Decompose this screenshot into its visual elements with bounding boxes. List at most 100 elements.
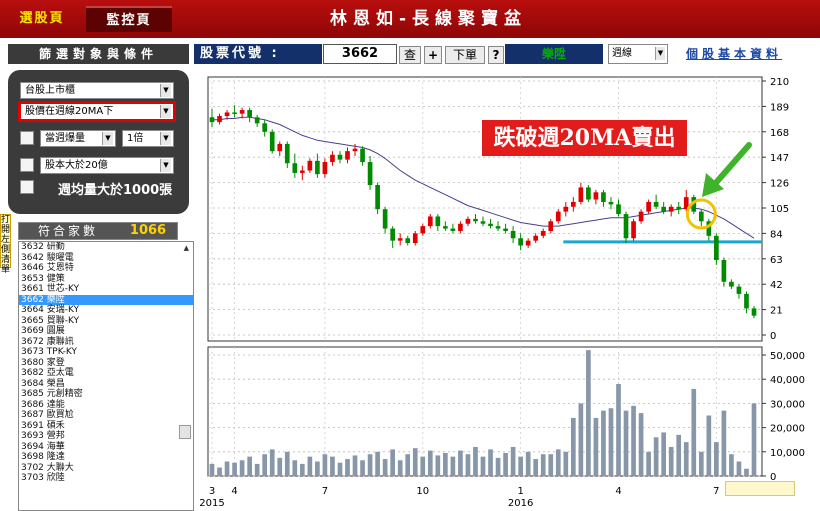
filter-panel-header: 篩選對象與條件 <box>8 44 189 64</box>
order-button[interactable]: 下單 <box>445 46 485 64</box>
candle-body <box>360 148 365 163</box>
volume-bar <box>540 454 546 476</box>
stock-list-item[interactable]: 3691 碩禾 <box>19 421 193 432</box>
stock-list-item[interactable]: 3703 欣陸 <box>19 473 193 484</box>
candle-body <box>330 154 335 163</box>
volume-bar <box>638 413 644 476</box>
stock-list-item[interactable]: 3632 研勤 <box>19 242 193 253</box>
candle-body <box>315 160 320 175</box>
candle-body <box>232 112 237 114</box>
volume-bar <box>503 453 508 476</box>
candle-body <box>661 206 667 212</box>
candle-body <box>668 206 674 212</box>
basic-info-link[interactable]: 個股基本資料 <box>686 44 820 64</box>
stock-list-item[interactable]: 3693 營邦 <box>19 431 193 442</box>
candle-body <box>488 223 493 227</box>
volume-bar <box>239 460 245 476</box>
volume-bar <box>661 432 667 476</box>
volume-bar <box>570 417 576 476</box>
volume-checkbox[interactable] <box>20 131 34 145</box>
volume-bar <box>623 410 629 476</box>
stock-list-item[interactable]: 3642 駿曜電 <box>19 253 193 264</box>
condition-select[interactable]: 股價在週線20MA下 ▼ <box>18 101 176 122</box>
capital-checkbox[interactable] <box>20 158 34 172</box>
add-button[interactable]: + <box>424 46 442 64</box>
help-button[interactable]: ? <box>488 46 504 64</box>
candle-body <box>540 230 546 236</box>
chevron-down-icon: ▼ <box>160 159 171 172</box>
stock-list-item[interactable]: 3646 艾恩特 <box>19 263 193 274</box>
stock-list-item[interactable]: 3694 海華 <box>19 442 193 453</box>
tab-monitor[interactable]: 監控頁 <box>86 6 172 32</box>
volume-bar <box>435 455 441 476</box>
volume-bar <box>224 461 230 476</box>
stock-list-item[interactable]: 3662 樂陞 <box>19 294 193 305</box>
tab-stock-select[interactable]: 選股頁 <box>6 6 78 32</box>
cursor-readout-box <box>725 481 795 496</box>
candle-body <box>345 151 350 160</box>
left-panel: 篩選對象與條件 台股上市櫃 ▼ 股價在週線20MA下 ▼ 當週爆量 ▼ 1倍 ▼… <box>8 44 194 511</box>
volume-bar <box>744 468 749 476</box>
stock-list-item[interactable]: 3686 達能 <box>19 400 193 411</box>
x-tick-label: 10 <box>416 486 429 497</box>
candle-body <box>277 143 283 152</box>
stock-list-item[interactable]: 3672 康聯訊 <box>19 337 193 348</box>
app-window: 選股頁 監控頁 林恩如-長線聚寶盆 篩選對象與條件 台股上市櫃 ▼ 股價在週線2… <box>0 0 820 511</box>
stock-code-input[interactable]: 3662 <box>323 44 397 64</box>
stock-list-item[interactable]: 3653 健策 <box>19 274 193 285</box>
scrollbar-thumb[interactable] <box>179 425 191 439</box>
volume-bar <box>405 454 411 476</box>
candle-body <box>209 117 215 123</box>
candle-body <box>510 230 516 239</box>
chevron-down-icon: ▼ <box>160 105 171 118</box>
stock-list-item[interactable]: 3684 榮昌 <box>19 379 193 390</box>
volume-bar <box>458 450 463 476</box>
volume-bar <box>375 451 380 476</box>
stock-list-item[interactable]: 3669 圓展 <box>19 326 193 337</box>
candle-body <box>375 185 380 210</box>
query-button[interactable]: 查 <box>399 46 421 64</box>
stock-list-item[interactable]: 3682 亞太電 <box>19 368 193 379</box>
candle-body <box>548 221 554 231</box>
candle-body <box>405 238 411 244</box>
market-select[interactable]: 台股上市櫃 ▼ <box>20 82 174 99</box>
avg-volume-label: 週均量大於1000張 <box>58 183 173 198</box>
avg-volume-checkbox[interactable] <box>20 180 34 194</box>
candle-body <box>646 201 651 212</box>
stock-list[interactable]: 3632 研勤 3642 駿曜電 3646 艾恩特 3653 健策 3661 世芯-KY… <box>18 241 194 511</box>
volume-bar <box>450 456 456 476</box>
volume-bar <box>578 403 584 476</box>
x-tick-label: 4 <box>231 486 237 497</box>
scroll-up-icon[interactable]: ▲ <box>184 244 189 252</box>
candle-body <box>586 187 591 200</box>
stock-list-item[interactable]: 3687 歐買尬 <box>19 410 193 421</box>
period-select[interactable]: 週線 ▼ <box>608 44 668 64</box>
stock-list-item[interactable]: 3661 世芯-KY <box>19 284 193 295</box>
stock-list-item[interactable]: 3665 貿聯-KY <box>19 316 193 327</box>
top-bar: 選股頁 監控頁 林恩如-長線聚寶盆 <box>0 0 820 38</box>
candle-body <box>563 206 569 212</box>
price-tick-label: 63 <box>770 255 783 266</box>
stock-list-item[interactable]: 3680 家登 <box>19 358 193 369</box>
stock-list-item[interactable]: 3702 大聯大 <box>19 463 193 474</box>
price-tick-label: 0 <box>770 331 776 342</box>
volume-bar <box>729 454 734 476</box>
volume-select[interactable]: 當週爆量 ▼ <box>40 130 116 147</box>
stock-list-item[interactable]: 3673 TPK-KY <box>19 347 193 358</box>
stock-list-item[interactable]: 3664 安瑞-KY <box>19 305 193 316</box>
match-count-label: 符合家數 <box>37 224 98 238</box>
volume-bar <box>307 456 313 476</box>
volume-multiple-value: 1倍 <box>127 133 144 144</box>
candle-body <box>480 221 486 224</box>
candle-body <box>698 211 704 222</box>
volume-bar <box>533 459 539 476</box>
candle-body <box>397 238 403 241</box>
volume-multiple-select[interactable]: 1倍 ▼ <box>122 130 174 147</box>
stock-list-item[interactable]: 3685 元創精密 <box>19 389 193 400</box>
stock-list-item[interactable]: 3698 隆達 <box>19 452 193 463</box>
open-left-list-tab[interactable]: 打開左側清單 <box>0 214 11 275</box>
capital-select[interactable]: 股本大於20億 ▼ <box>40 157 174 174</box>
price-tick-label: 189 <box>770 102 789 113</box>
candle-body <box>714 235 719 261</box>
volume-tick-label: 50,000 <box>770 351 805 362</box>
